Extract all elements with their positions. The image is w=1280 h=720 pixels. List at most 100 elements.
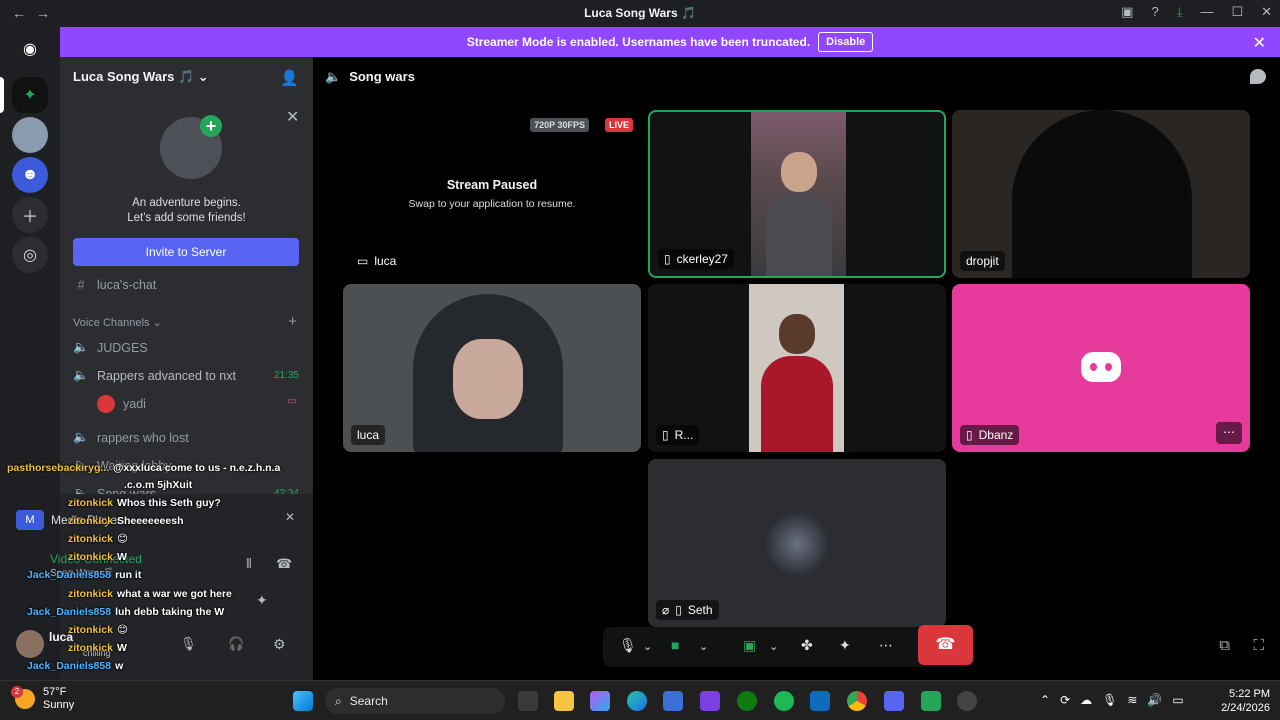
cloud-icon[interactable]: ☁ <box>1080 693 1092 707</box>
video-tile-dropjit[interactable]: dropjit <box>952 110 1250 278</box>
tile-name-tag: ▯ R... <box>656 425 700 445</box>
sync-icon[interactable]: ⟳ <box>1060 693 1070 707</box>
soundboard-icon[interactable]: ✦ <box>256 592 268 609</box>
server-name[interactable]: Luca Song Wars 🎵 ⌄ <box>73 69 209 85</box>
close-promo-icon[interactable]: ✕ <box>286 107 299 127</box>
settings-gear-icon[interactable]: ⚙ <box>273 636 286 653</box>
invite-button[interactable]: Invite to Server <box>73 238 299 266</box>
speaker-icon: 🔈 <box>325 69 342 84</box>
maximize-icon[interactable]: ☐ <box>1231 4 1243 20</box>
activities-icon[interactable]: ✤ <box>801 637 813 654</box>
media-app-icon[interactable] <box>957 691 977 711</box>
headphones-icon[interactable]: 🎧 <box>228 636 244 652</box>
mic-tray-icon[interactable]: 🎙 <box>1102 693 1117 707</box>
edge-icon[interactable] <box>627 691 647 711</box>
video-tile-luca[interactable]: luca <box>343 284 641 452</box>
user-panel: M Media Player ✕ Video Connected Song Wa… <box>16 494 313 680</box>
server-list: ◉ ✦ ☻ ＋ ◎ <box>0 27 60 680</box>
leave-call-button[interactable]: ☎ <box>918 625 973 665</box>
inbox-icon[interactable]: ▣ <box>1121 4 1133 20</box>
share-options-chevron-icon[interactable]: ⌄ <box>769 640 778 653</box>
fullscreen-icon[interactable]: ⛶ <box>1253 637 1264 654</box>
discord-home-icon[interactable]: ◉ <box>12 31 48 67</box>
store-icon[interactable] <box>663 691 683 711</box>
battery-icon[interactable]: ▭ <box>1172 693 1183 707</box>
tile-name-tag: ▯ ckerley27 <box>658 249 734 269</box>
hash-icon: # <box>77 278 85 292</box>
video-tile-r[interactable]: ▯ R... <box>648 284 946 452</box>
channel-timer: 21:35 <box>273 370 299 381</box>
noise-icon[interactable]: ⦀ <box>246 556 252 572</box>
voice-channel-advanced[interactable]: 🔈 Rappers advanced to nxt <box>73 368 236 383</box>
more-icon[interactable]: ⋯ <box>879 637 893 654</box>
chat-bubble-icon[interactable] <box>1250 69 1266 84</box>
voice-location[interactable]: Song Wars 🎵 <box>50 568 114 579</box>
screen-share-icon: ▭ <box>357 254 369 268</box>
server-icon-luca[interactable]: ✦ <box>12 77 48 113</box>
mic-options-chevron-icon[interactable]: ⌄ <box>643 640 652 653</box>
add-channel-icon[interactable]: + <box>288 313 297 330</box>
avatar-tile-dbanz[interactable]: ▯ Dbanz ⋯ <box>952 284 1250 452</box>
search-icon: ⌕ <box>335 693 342 708</box>
add-server-icon[interactable]: ＋ <box>12 197 48 233</box>
user-avatar <box>764 511 830 577</box>
screen-share-icon[interactable]: ▣ <box>743 637 756 654</box>
mic-icon[interactable]: 🎙 <box>180 636 197 652</box>
avatar-tile-seth[interactable]: ⌀ ▯ Seth <box>648 459 946 627</box>
camera-options-chevron-icon[interactable]: ⌄ <box>699 640 708 653</box>
chrome-icon[interactable] <box>847 691 867 711</box>
video-tile-ckerley27[interactable]: ▯ ckerley27 <box>648 110 946 278</box>
media-player-label[interactable]: Media Player <box>51 513 121 527</box>
help-icon[interactable]: ? <box>1151 4 1158 20</box>
chevron-up-icon[interactable]: ⌃ <box>1040 693 1050 707</box>
title-bar: ←→ Luca Song Wars 🎵 ▣ ? ⤓ — ☐ ✕ <box>0 0 1280 27</box>
outlook-icon[interactable] <box>810 691 830 711</box>
voice-channel-lost[interactable]: 🔈 rappers who lost <box>73 430 189 445</box>
gaming-app-icon[interactable] <box>921 691 941 711</box>
close-media-icon[interactable]: ✕ <box>285 510 295 524</box>
copilot-icon[interactable] <box>590 691 610 711</box>
stream-tile-luca[interactable]: 720P 30FPS LIVE Stream Paused Swap to yo… <box>343 110 641 278</box>
close-window-icon[interactable]: ✕ <box>1261 4 1272 20</box>
voice-category[interactable]: Voice Channels ⌄ <box>73 316 162 329</box>
wifi-icon[interactable]: ≋ <box>1127 693 1137 707</box>
server-icon-avatar[interactable] <box>12 117 48 153</box>
camera-feed <box>751 112 846 276</box>
more-options-icon[interactable]: ⋯ <box>1216 422 1242 444</box>
task-view-icon[interactable] <box>518 691 538 711</box>
muted-mic-icon: ⌀ <box>662 603 670 617</box>
quality-badge: 720P 30FPS <box>530 118 589 132</box>
voice-channel-waiting[interactable]: 🔈 Waiting lobby <box>73 458 171 473</box>
file-explorer-icon[interactable] <box>554 691 574 711</box>
minimize-icon[interactable]: — <box>1200 4 1213 20</box>
streamer-mode-banner: Streamer Mode is enabled. Usernames have… <box>60 27 1280 57</box>
server-icon-bot[interactable]: ☻ <box>12 157 48 193</box>
camera-app-icon[interactable] <box>700 691 720 711</box>
add-member-icon[interactable]: 👤 <box>280 69 299 87</box>
tile-name-tag: luca <box>351 425 386 445</box>
taskbar-search[interactable]: ⌕ Search <box>325 688 505 714</box>
mic-icon[interactable]: 🎙 <box>619 637 637 654</box>
popout-icon[interactable]: ⧉ <box>1219 637 1230 654</box>
spotify-icon[interactable] <box>774 691 794 711</box>
disconnect-icon[interactable]: ☎ <box>276 556 292 572</box>
weather-widget[interactable]: 2 57°F Sunny <box>11 686 74 712</box>
discord-taskbar-icon[interactable] <box>884 691 904 711</box>
mobile-icon: ▯ <box>966 428 973 442</box>
close-banner-icon[interactable]: ✕ <box>1253 33 1266 53</box>
voice-channel-judges[interactable]: 🔈 JUDGES <box>73 340 148 355</box>
xbox-icon[interactable] <box>737 691 757 711</box>
windows-start-icon[interactable] <box>293 691 313 711</box>
download-icon[interactable]: ⤓ <box>1177 4 1183 20</box>
user-avatar[interactable] <box>16 630 44 658</box>
volume-icon[interactable]: 🔊 <box>1147 693 1162 707</box>
clock[interactable]: 5:22 PM 2/24/2026 <box>1221 687 1270 715</box>
text-channel[interactable]: # luca's-chat <box>73 278 157 292</box>
disable-button[interactable]: Disable <box>818 32 874 52</box>
sun-icon: 2 <box>11 686 35 709</box>
soundboard-icon[interactable]: ✦ <box>839 637 851 654</box>
camera-icon[interactable]: ■ <box>671 637 679 653</box>
explore-icon[interactable]: ◎ <box>12 237 48 273</box>
voice-status: Video Connected <box>50 552 142 566</box>
voice-member-yadi[interactable]: yadi <box>97 395 146 413</box>
